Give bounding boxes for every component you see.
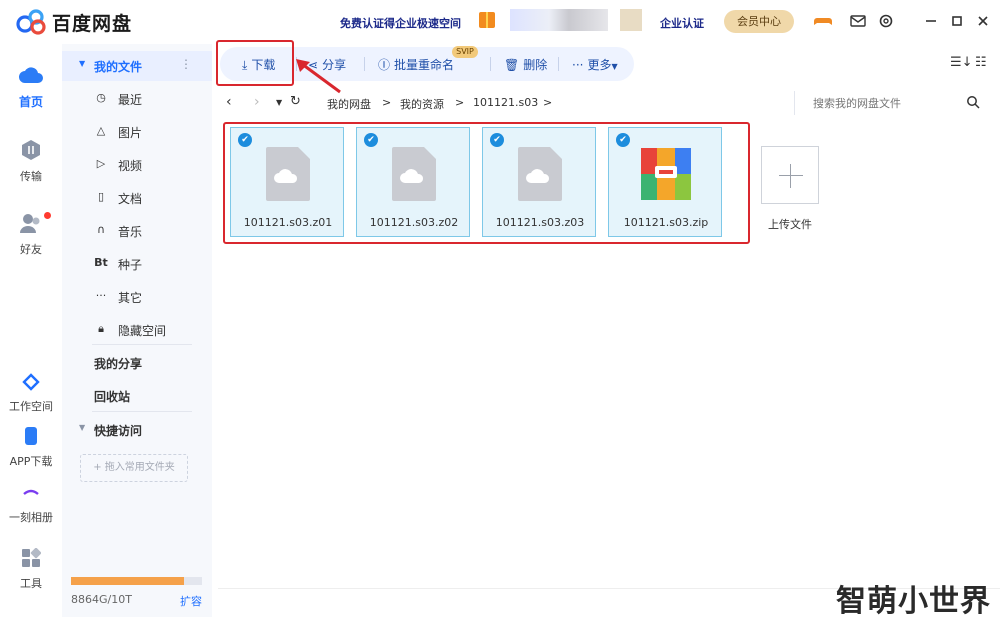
nav-friends[interactable]: 好友	[0, 212, 62, 257]
workspace-icon	[22, 373, 40, 391]
divider	[364, 57, 365, 71]
history-dropdown-icon[interactable]: ▼	[276, 98, 282, 107]
album-icon	[23, 489, 39, 495]
sort-icon[interactable]: ☰↓	[950, 55, 973, 70]
settings-icon[interactable]	[877, 12, 895, 30]
search-input[interactable]	[794, 91, 964, 115]
image-icon: △	[96, 124, 106, 137]
chevron-right-icon: >	[382, 96, 392, 109]
breadcrumb-item[interactable]: 101121.s03	[473, 96, 538, 109]
expand-storage-link[interactable]: 扩容	[180, 593, 202, 609]
breadcrumb-item[interactable]: 我的网盘	[327, 96, 371, 112]
breadcrumb-item[interactable]: 我的资源	[400, 96, 444, 112]
upload-button[interactable]	[761, 146, 819, 204]
storage-quota-fill	[71, 577, 185, 585]
close-icon[interactable]	[974, 12, 992, 30]
sidebar-item-videos[interactable]: ▷ 视频	[62, 150, 212, 180]
sidebar-item-quick-access[interactable]: ▼ 快捷访问	[62, 415, 212, 445]
quick-access-drop-zone[interactable]: + 拖入常用文件夹	[80, 454, 188, 482]
nav-transfer[interactable]: 传输	[0, 139, 62, 184]
user-info-blurred[interactable]	[510, 9, 608, 31]
title-bar: 百度网盘 免费认证得企业极速空间 企业认证 会员中心	[0, 0, 1000, 44]
sidebar-item-recycle-bin[interactable]: 回收站	[62, 381, 212, 411]
sidebar-item-documents[interactable]: ▯ 文档	[62, 183, 212, 213]
friends-icon	[20, 214, 40, 233]
nav-home[interactable]: 首页	[0, 64, 62, 110]
phone-icon	[25, 427, 37, 445]
gamepad-icon[interactable]	[814, 12, 832, 30]
torrent-icon: Bt	[94, 256, 108, 269]
triangle-down-icon: ▼	[79, 59, 86, 68]
sidebar-item-torrents[interactable]: Bt 种子	[62, 249, 212, 279]
sidebar-item-my-share[interactable]: 我的分享	[62, 348, 212, 378]
minimize-icon[interactable]	[922, 12, 940, 30]
divider	[92, 344, 192, 345]
storage-quota-text: 8864G/10T	[71, 593, 132, 606]
more-button[interactable]: ··· 更多▼	[572, 56, 618, 73]
triangle-down-icon: ▼	[611, 62, 618, 71]
cloud-icon	[19, 67, 43, 83]
file-sidebar: ▼ 我的文件 ⋮ ◷ 最近 △ 图片 ▷ 视频 ▯ 文档 ∩ 音乐 Bt 种子 …	[62, 44, 212, 617]
forward-icon[interactable]: ›	[254, 94, 260, 110]
sidebar-item-other[interactable]: ··· 其它	[62, 282, 212, 312]
more-icon: ···	[95, 289, 107, 302]
refresh-icon[interactable]: ↻	[290, 94, 301, 109]
list-view-icon[interactable]: ☷	[975, 55, 987, 70]
nav-album[interactable]: 一刻相册	[0, 484, 62, 525]
mail-icon[interactable]	[849, 12, 867, 30]
divider	[558, 57, 559, 71]
left-nav: 首页 传输 好友 工作空间 APP下载 一刻相册 工具	[0, 44, 62, 617]
play-icon: ▷	[96, 157, 106, 170]
watermark-text: 智萌小世界	[836, 584, 991, 617]
more-vertical-icon[interactable]: ⋮	[180, 57, 192, 71]
promo-link[interactable]: 免费认证得企业极速空间	[340, 15, 461, 31]
nav-tools[interactable]: 工具	[0, 547, 62, 591]
notification-dot	[44, 212, 51, 219]
back-icon[interactable]: ‹	[226, 94, 232, 110]
triangle-down-icon: ▼	[79, 423, 86, 432]
sidebar-item-images[interactable]: △ 图片	[62, 117, 212, 147]
gift-icon[interactable]	[479, 12, 495, 28]
baidu-netdisk-logo	[16, 9, 46, 35]
maximize-icon[interactable]	[948, 12, 966, 30]
sidebar-item-music[interactable]: ∩ 音乐	[62, 216, 212, 246]
sidebar-item-hidden-space[interactable]: 🔒︎ 隐藏空间	[62, 315, 212, 345]
sidebar-item-recent[interactable]: ◷ 最近	[62, 84, 212, 114]
headphones-icon: ∩	[96, 223, 106, 236]
storage-quota-bar	[71, 577, 202, 585]
upload-label: 上传文件	[768, 218, 812, 231]
nav-workspace[interactable]: 工作空间	[0, 373, 62, 414]
svip-badge: SVIP	[452, 46, 478, 58]
avatar[interactable]	[620, 9, 642, 31]
app-title: 百度网盘	[52, 13, 133, 35]
trash-icon: 🗑︎	[504, 58, 520, 72]
sidebar-item-my-files[interactable]: ▼ 我的文件 ⋮	[62, 51, 212, 81]
download-highlight-box	[216, 40, 294, 86]
search-icon[interactable]	[966, 95, 980, 109]
chevron-right-icon: >	[455, 96, 465, 109]
delete-button[interactable]: 🗑︎ 删除	[504, 56, 547, 73]
divider	[92, 411, 192, 412]
lock-icon: 🔒︎	[98, 322, 104, 335]
divider	[490, 57, 491, 71]
vip-center-button[interactable]: 会员中心	[724, 10, 794, 33]
more-icon: ···	[572, 58, 584, 72]
files-highlight-box	[223, 122, 750, 244]
tools-icon	[22, 547, 42, 567]
chevron-right-icon: >	[543, 96, 553, 109]
batch-rename-button[interactable]: Ⓘ 批量重命名	[378, 56, 454, 73]
rename-icon: Ⓘ	[378, 58, 391, 72]
document-icon: ▯	[97, 190, 105, 203]
nav-app-download[interactable]: APP下载	[0, 426, 62, 469]
clock-icon: ◷	[96, 91, 106, 104]
enterprise-link[interactable]: 企业认证	[660, 15, 704, 31]
transfer-icon	[22, 140, 40, 160]
